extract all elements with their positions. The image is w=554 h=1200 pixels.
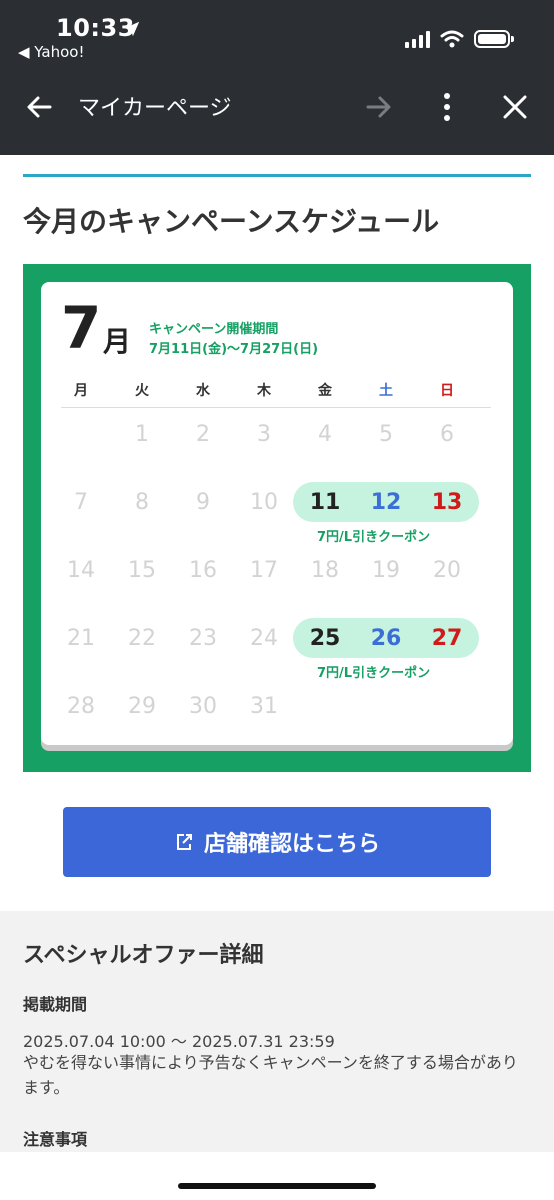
month-number: 7 — [61, 294, 102, 362]
page-title: マイカーページ — [78, 96, 232, 121]
calendar-day: 1 — [135, 422, 149, 447]
calendar-day: 12 — [370, 490, 402, 515]
coupon-label: 7円/L引きクーポン — [317, 666, 431, 681]
offer-title: スペシャルオファー詳細 — [23, 943, 264, 968]
section-heading: 今月のキャンペーンスケジュール — [23, 205, 440, 238]
back-to-app-link[interactable]: ◀ Yahoo! — [18, 43, 84, 61]
browser-chrome: 10:33 ◀ Yahoo! マイカーページ — [0, 0, 554, 155]
battery-icon — [474, 30, 514, 48]
weekday-3: 木 — [257, 383, 271, 399]
store-check-button[interactable]: 店舗確認はこちら — [63, 807, 491, 877]
calendar-day: 26 — [370, 626, 402, 651]
calendar-day: 22 — [128, 626, 156, 651]
calendar-day: 3 — [257, 422, 271, 447]
calendar-day: 10 — [250, 490, 278, 515]
back-arrow-icon[interactable] — [24, 92, 54, 122]
campaign-period-title: キャンペーン開催期間 — [149, 322, 279, 337]
calendar-day: 5 — [379, 422, 393, 447]
calendar-day: 30 — [189, 694, 217, 719]
more-vertical-icon[interactable] — [432, 90, 462, 124]
section-divider — [23, 174, 531, 177]
calendar-day: 8 — [135, 490, 149, 515]
calendar-day: 9 — [196, 490, 210, 515]
coupon-label: 7円/L引きクーポン — [317, 530, 431, 545]
calendar-day: 24 — [250, 626, 278, 651]
offer-period-note: やむを得ない事情により予告なくキャンペーンを終了する場合があります。 — [23, 1053, 518, 1097]
weekday-header: 月火水木金土日 — [61, 380, 491, 408]
weekday-6: 日 — [440, 383, 454, 399]
home-indicator-area — [0, 1152, 554, 1200]
calendar-day: 4 — [318, 422, 332, 447]
location-arrow-icon — [124, 21, 140, 37]
external-link-icon — [176, 834, 192, 850]
calendar-day: 2 — [196, 422, 210, 447]
calendar-day: 7 — [74, 490, 88, 515]
calendar-day: 28 — [67, 694, 95, 719]
nav-bar: マイカーページ — [0, 72, 554, 142]
calendar-day: 18 — [311, 558, 339, 583]
calendar-day: 11 — [309, 490, 341, 515]
weekday-4: 金 — [318, 383, 332, 399]
signal-icon — [405, 30, 430, 48]
calendar-day: 25 — [309, 626, 341, 651]
calendar-card: 7 月 キャンペーン開催期間 7月11日(金)〜7月27日(日) 月火水木金土日… — [41, 282, 513, 745]
calendar-day: 27 — [431, 626, 463, 651]
weekday-0: 月 — [74, 383, 88, 399]
status-icons — [405, 30, 514, 48]
calendar-day: 15 — [128, 558, 156, 583]
close-icon[interactable] — [500, 92, 530, 122]
calendar-frame: 7 月 キャンペーン開催期間 7月11日(金)〜7月27日(日) 月火水木金土日… — [23, 264, 531, 772]
offer-period-value: 2025.07.04 10:00 〜 2025.07.31 23:59 — [23, 1032, 335, 1051]
calendar-day: 31 — [250, 694, 278, 719]
forward-arrow-icon[interactable] — [364, 92, 394, 122]
campaign-period-dates: 7月11日(金)〜7月27日(日) — [149, 342, 319, 357]
month-suffix: 月 — [103, 325, 132, 358]
home-indicator — [178, 1183, 376, 1189]
calendar-day: 21 — [67, 626, 95, 651]
calendar-day: 19 — [372, 558, 400, 583]
calendar-day: 13 — [431, 490, 463, 515]
calendar-day: 16 — [189, 558, 217, 583]
weekday-2: 水 — [196, 383, 210, 399]
weekday-1: 火 — [135, 383, 149, 399]
calendar-day: 29 — [128, 694, 156, 719]
calendar-day: 20 — [433, 558, 461, 583]
notes-label: 注意事項 — [23, 1130, 88, 1149]
store-check-label: 店舗確認はこちら — [203, 832, 380, 857]
calendar-day: 14 — [67, 558, 95, 583]
wifi-icon — [440, 30, 464, 48]
offer-period-label: 掲載期間 — [23, 995, 88, 1014]
weekday-5: 土 — [379, 383, 393, 399]
calendar-day: 17 — [250, 558, 278, 583]
calendar-day: 23 — [189, 626, 217, 651]
calendar-day: 6 — [440, 422, 454, 447]
